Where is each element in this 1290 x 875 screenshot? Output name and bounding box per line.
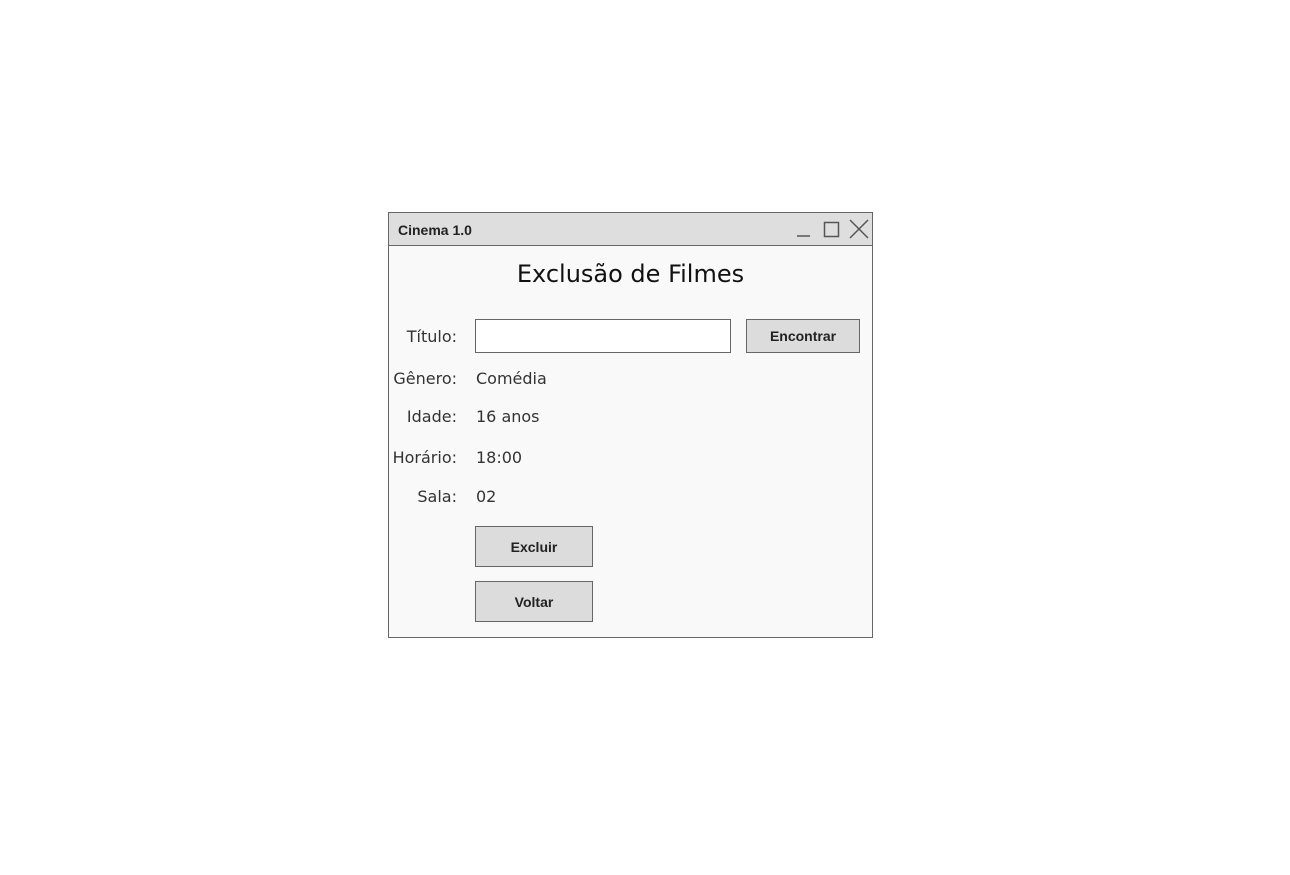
genre-label: Gênero: <box>393 369 457 388</box>
window-title: Cinema 1.0 <box>398 222 472 238</box>
title-bar[interactable]: Cinema 1.0 <box>389 213 872 246</box>
time-label: Horário: <box>392 448 457 467</box>
time-value: 18:00 <box>476 448 523 467</box>
room-value: 02 <box>476 487 497 506</box>
close-icon[interactable] <box>849 219 869 239</box>
back-button[interactable]: Voltar <box>475 581 593 622</box>
cinema-window: Cinema 1.0 Exclusão de Filmes Título: En… <box>388 212 873 638</box>
title-label: Título: <box>406 327 457 346</box>
genre-value: Comédia <box>476 369 547 388</box>
minimize-icon[interactable] <box>793 219 813 239</box>
page-title: Exclusão de Filmes <box>516 260 745 288</box>
age-value: 16 anos <box>476 407 540 426</box>
title-input[interactable] <box>475 319 731 353</box>
delete-button[interactable]: Excluir <box>475 526 593 567</box>
room-label: Sala: <box>417 487 457 506</box>
maximize-icon[interactable] <box>821 219 841 239</box>
find-button[interactable]: Encontrar <box>746 319 860 353</box>
age-label: Idade: <box>406 407 457 426</box>
